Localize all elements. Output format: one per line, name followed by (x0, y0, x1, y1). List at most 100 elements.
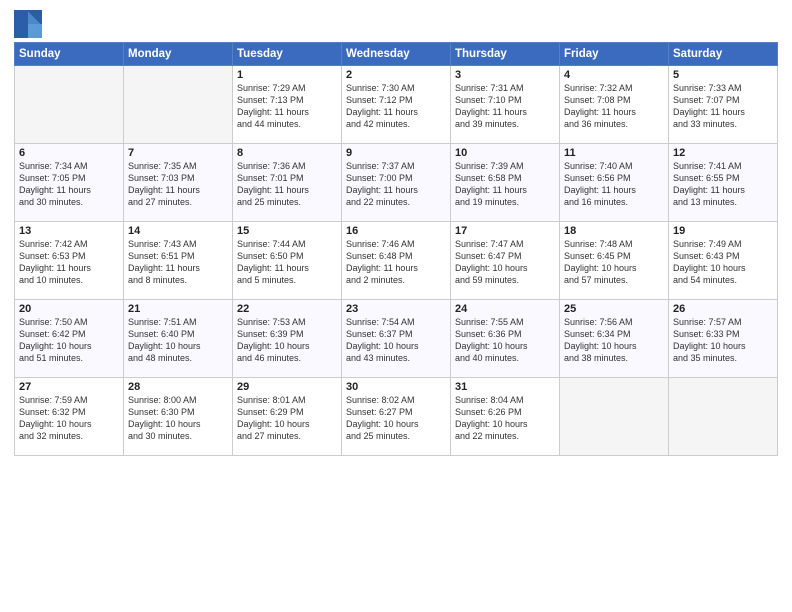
day-number: 27 (19, 381, 119, 393)
day-number: 28 (128, 381, 228, 393)
calendar-cell: 2Sunrise: 7:30 AM Sunset: 7:12 PM Daylig… (342, 66, 451, 144)
day-detail: Sunrise: 8:01 AM Sunset: 6:29 PM Dayligh… (237, 394, 337, 443)
day-header-friday: Friday (560, 43, 669, 66)
day-detail: Sunrise: 7:51 AM Sunset: 6:40 PM Dayligh… (128, 316, 228, 365)
calendar-cell: 7Sunrise: 7:35 AM Sunset: 7:03 PM Daylig… (124, 144, 233, 222)
day-number: 3 (455, 69, 555, 81)
day-number: 21 (128, 303, 228, 315)
calendar-cell: 14Sunrise: 7:43 AM Sunset: 6:51 PM Dayli… (124, 222, 233, 300)
calendar-cell: 25Sunrise: 7:56 AM Sunset: 6:34 PM Dayli… (560, 300, 669, 378)
day-number: 11 (564, 147, 664, 159)
day-detail: Sunrise: 7:55 AM Sunset: 6:36 PM Dayligh… (455, 316, 555, 365)
calendar-cell: 5Sunrise: 7:33 AM Sunset: 7:07 PM Daylig… (669, 66, 778, 144)
calendar-cell: 27Sunrise: 7:59 AM Sunset: 6:32 PM Dayli… (15, 378, 124, 456)
calendar-cell (560, 378, 669, 456)
calendar-week-1: 6Sunrise: 7:34 AM Sunset: 7:05 PM Daylig… (15, 144, 778, 222)
day-detail: Sunrise: 7:39 AM Sunset: 6:58 PM Dayligh… (455, 160, 555, 209)
calendar-cell (15, 66, 124, 144)
day-number: 1 (237, 69, 337, 81)
day-detail: Sunrise: 7:41 AM Sunset: 6:55 PM Dayligh… (673, 160, 773, 209)
calendar-table: SundayMondayTuesdayWednesdayThursdayFrid… (14, 42, 778, 456)
day-number: 18 (564, 225, 664, 237)
calendar-cell: 13Sunrise: 7:42 AM Sunset: 6:53 PM Dayli… (15, 222, 124, 300)
day-number: 30 (346, 381, 446, 393)
day-number: 15 (237, 225, 337, 237)
calendar-cell: 8Sunrise: 7:36 AM Sunset: 7:01 PM Daylig… (233, 144, 342, 222)
day-detail: Sunrise: 7:36 AM Sunset: 7:01 PM Dayligh… (237, 160, 337, 209)
day-detail: Sunrise: 7:32 AM Sunset: 7:08 PM Dayligh… (564, 82, 664, 131)
day-detail: Sunrise: 8:04 AM Sunset: 6:26 PM Dayligh… (455, 394, 555, 443)
day-detail: Sunrise: 7:47 AM Sunset: 6:47 PM Dayligh… (455, 238, 555, 287)
calendar-cell: 12Sunrise: 7:41 AM Sunset: 6:55 PM Dayli… (669, 144, 778, 222)
day-detail: Sunrise: 7:31 AM Sunset: 7:10 PM Dayligh… (455, 82, 555, 131)
calendar-week-3: 20Sunrise: 7:50 AM Sunset: 6:42 PM Dayli… (15, 300, 778, 378)
calendar-cell: 31Sunrise: 8:04 AM Sunset: 6:26 PM Dayli… (451, 378, 560, 456)
calendar-cell: 26Sunrise: 7:57 AM Sunset: 6:33 PM Dayli… (669, 300, 778, 378)
calendar-cell: 30Sunrise: 8:02 AM Sunset: 6:27 PM Dayli… (342, 378, 451, 456)
calendar-cell: 11Sunrise: 7:40 AM Sunset: 6:56 PM Dayli… (560, 144, 669, 222)
calendar-cell: 19Sunrise: 7:49 AM Sunset: 6:43 PM Dayli… (669, 222, 778, 300)
calendar-cell: 20Sunrise: 7:50 AM Sunset: 6:42 PM Dayli… (15, 300, 124, 378)
calendar-cell: 4Sunrise: 7:32 AM Sunset: 7:08 PM Daylig… (560, 66, 669, 144)
day-detail: Sunrise: 7:37 AM Sunset: 7:00 PM Dayligh… (346, 160, 446, 209)
main-container: SundayMondayTuesdayWednesdayThursdayFrid… (0, 0, 792, 462)
day-detail: Sunrise: 7:48 AM Sunset: 6:45 PM Dayligh… (564, 238, 664, 287)
day-detail: Sunrise: 7:49 AM Sunset: 6:43 PM Dayligh… (673, 238, 773, 287)
calendar-week-4: 27Sunrise: 7:59 AM Sunset: 6:32 PM Dayli… (15, 378, 778, 456)
day-number: 24 (455, 303, 555, 315)
day-number: 29 (237, 381, 337, 393)
day-number: 9 (346, 147, 446, 159)
day-header-tuesday: Tuesday (233, 43, 342, 66)
day-number: 8 (237, 147, 337, 159)
calendar-cell: 16Sunrise: 7:46 AM Sunset: 6:48 PM Dayli… (342, 222, 451, 300)
calendar-cell: 3Sunrise: 7:31 AM Sunset: 7:10 PM Daylig… (451, 66, 560, 144)
day-number: 10 (455, 147, 555, 159)
day-number: 22 (237, 303, 337, 315)
calendar-cell (669, 378, 778, 456)
logo-icon (14, 10, 42, 38)
day-detail: Sunrise: 7:33 AM Sunset: 7:07 PM Dayligh… (673, 82, 773, 131)
calendar-cell: 21Sunrise: 7:51 AM Sunset: 6:40 PM Dayli… (124, 300, 233, 378)
day-detail: Sunrise: 7:46 AM Sunset: 6:48 PM Dayligh… (346, 238, 446, 287)
day-number: 23 (346, 303, 446, 315)
day-detail: Sunrise: 7:35 AM Sunset: 7:03 PM Dayligh… (128, 160, 228, 209)
day-detail: Sunrise: 7:29 AM Sunset: 7:13 PM Dayligh… (237, 82, 337, 131)
day-header-saturday: Saturday (669, 43, 778, 66)
day-header-wednesday: Wednesday (342, 43, 451, 66)
day-number: 7 (128, 147, 228, 159)
day-detail: Sunrise: 7:53 AM Sunset: 6:39 PM Dayligh… (237, 316, 337, 365)
header (14, 10, 778, 38)
day-number: 31 (455, 381, 555, 393)
day-number: 25 (564, 303, 664, 315)
calendar-cell: 17Sunrise: 7:47 AM Sunset: 6:47 PM Dayli… (451, 222, 560, 300)
day-number: 6 (19, 147, 119, 159)
day-detail: Sunrise: 7:34 AM Sunset: 7:05 PM Dayligh… (19, 160, 119, 209)
calendar-cell: 23Sunrise: 7:54 AM Sunset: 6:37 PM Dayli… (342, 300, 451, 378)
day-detail: Sunrise: 7:30 AM Sunset: 7:12 PM Dayligh… (346, 82, 446, 131)
day-number: 14 (128, 225, 228, 237)
day-detail: Sunrise: 7:44 AM Sunset: 6:50 PM Dayligh… (237, 238, 337, 287)
day-number: 20 (19, 303, 119, 315)
day-number: 19 (673, 225, 773, 237)
day-number: 2 (346, 69, 446, 81)
day-number: 13 (19, 225, 119, 237)
calendar-week-2: 13Sunrise: 7:42 AM Sunset: 6:53 PM Dayli… (15, 222, 778, 300)
calendar-cell: 18Sunrise: 7:48 AM Sunset: 6:45 PM Dayli… (560, 222, 669, 300)
day-number: 4 (564, 69, 664, 81)
day-number: 16 (346, 225, 446, 237)
calendar-cell: 6Sunrise: 7:34 AM Sunset: 7:05 PM Daylig… (15, 144, 124, 222)
calendar-cell: 28Sunrise: 8:00 AM Sunset: 6:30 PM Dayli… (124, 378, 233, 456)
day-detail: Sunrise: 7:40 AM Sunset: 6:56 PM Dayligh… (564, 160, 664, 209)
day-number: 12 (673, 147, 773, 159)
day-detail: Sunrise: 7:50 AM Sunset: 6:42 PM Dayligh… (19, 316, 119, 365)
day-detail: Sunrise: 7:42 AM Sunset: 6:53 PM Dayligh… (19, 238, 119, 287)
day-detail: Sunrise: 7:59 AM Sunset: 6:32 PM Dayligh… (19, 394, 119, 443)
day-header-sunday: Sunday (15, 43, 124, 66)
day-detail: Sunrise: 7:54 AM Sunset: 6:37 PM Dayligh… (346, 316, 446, 365)
logo (14, 10, 46, 38)
calendar-cell: 24Sunrise: 7:55 AM Sunset: 6:36 PM Dayli… (451, 300, 560, 378)
calendar-week-0: 1Sunrise: 7:29 AM Sunset: 7:13 PM Daylig… (15, 66, 778, 144)
day-detail: Sunrise: 7:57 AM Sunset: 6:33 PM Dayligh… (673, 316, 773, 365)
day-detail: Sunrise: 7:56 AM Sunset: 6:34 PM Dayligh… (564, 316, 664, 365)
header-row: SundayMondayTuesdayWednesdayThursdayFrid… (15, 43, 778, 66)
